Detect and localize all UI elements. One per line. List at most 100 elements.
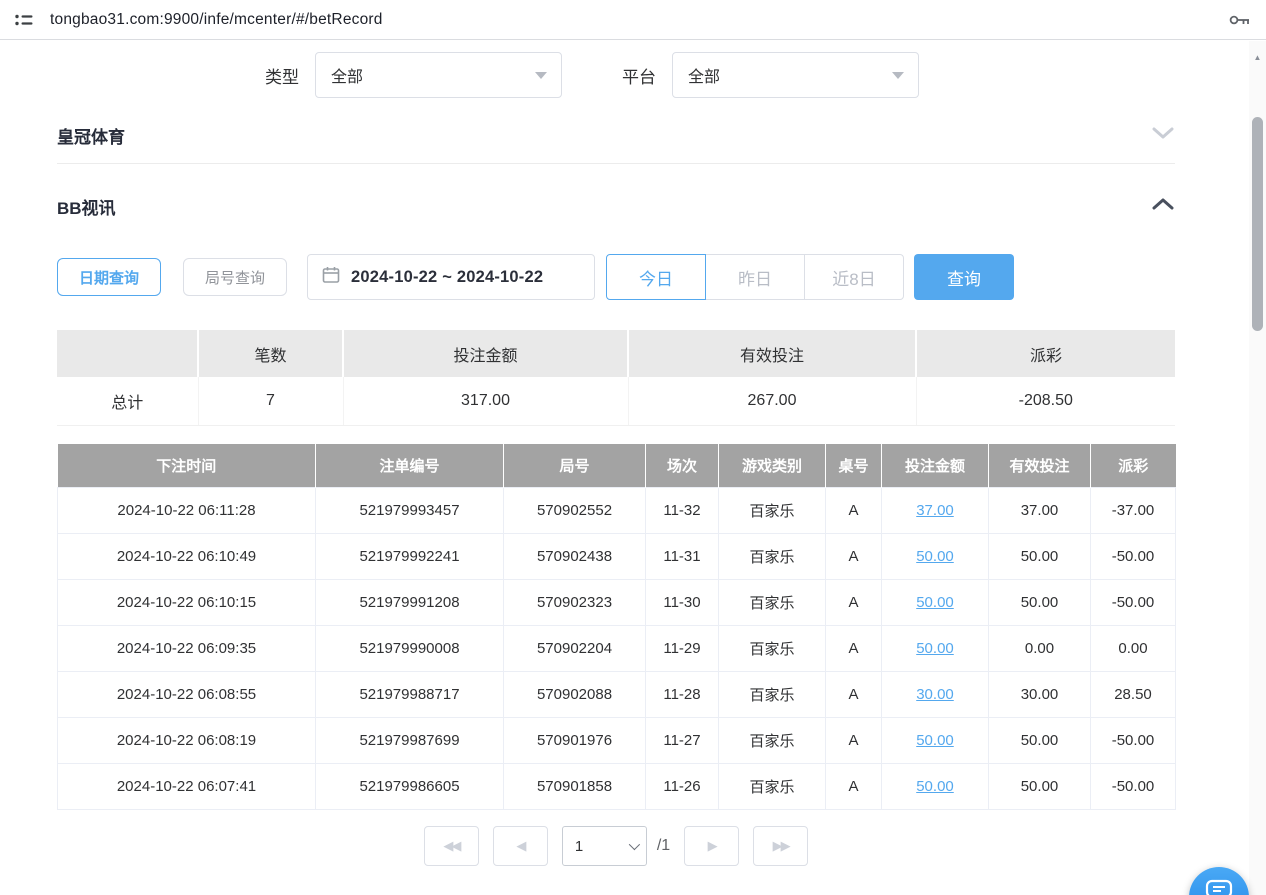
- bet-time-cell: 2024-10-22 06:10:15: [58, 580, 316, 626]
- yesterday-button[interactable]: 昨日: [705, 254, 805, 300]
- header-session: 场次: [646, 444, 719, 488]
- summary-payout: -208.50: [916, 377, 1175, 425]
- summary-count: 7: [198, 377, 343, 425]
- bet-record-page: 类型 全部 平台 全部 皇冠体育 BB视讯 日期查询 局号查询: [57, 52, 1175, 866]
- table-row: 2024-10-22 06:11:28 521979993457 5709025…: [58, 488, 1176, 534]
- session-cell: 11-31: [646, 534, 719, 580]
- bet-id-cell: 521979992241: [316, 534, 504, 580]
- table-row: 2024-10-22 06:07:41 521979986605 5709018…: [58, 764, 1176, 810]
- bet-amount-link[interactable]: 37.00: [916, 502, 954, 519]
- section-bb-video[interactable]: BB视讯: [57, 178, 1175, 234]
- section-title: BB视讯: [57, 194, 116, 219]
- key-icon[interactable]: [1228, 11, 1252, 29]
- page-select[interactable]: 1: [562, 826, 647, 866]
- payout-cell: -37.00: [1091, 488, 1176, 534]
- bet-records-table: 下注时间 注单编号 局号 场次 游戏类别 桌号 投注金额 有效投注 派彩 202…: [57, 444, 1176, 811]
- bet-amount-link[interactable]: 50.00: [916, 594, 954, 611]
- payout-cell: 28.50: [1091, 672, 1176, 718]
- type-label: 类型: [265, 63, 299, 88]
- date-range-value: 2024-10-22 ~ 2024-10-22: [351, 268, 543, 287]
- valid-bet-cell: 50.00: [989, 764, 1091, 810]
- table-no-cell: A: [826, 488, 882, 534]
- table-no-cell: A: [826, 534, 882, 580]
- customer-service-chat-icon[interactable]: [1189, 867, 1249, 895]
- filter-row: 类型 全部 平台 全部: [57, 52, 1175, 98]
- bet-id-cell: 521979986605: [316, 764, 504, 810]
- summary-header-count: 笔数: [198, 330, 343, 377]
- bet-id-cell: 521979988717: [316, 672, 504, 718]
- session-cell: 11-29: [646, 626, 719, 672]
- platform-label: 平台: [622, 63, 656, 88]
- url-text[interactable]: tongbao31.com:9900/infe/mcenter/#/betRec…: [50, 11, 1228, 29]
- search-button[interactable]: 查询: [914, 254, 1014, 300]
- scrollbar-thumb[interactable]: [1252, 117, 1263, 331]
- payout-cell: 0.00: [1091, 626, 1176, 672]
- round-id-cell: 570902088: [504, 672, 646, 718]
- header-bet-time: 下注时间: [58, 444, 316, 488]
- summary-header-row: 笔数 投注金额 有效投注 派彩: [57, 330, 1175, 377]
- last-page-button[interactable]: ▶▶: [753, 826, 808, 866]
- platform-select[interactable]: 全部: [672, 52, 919, 98]
- table-no-cell: A: [826, 764, 882, 810]
- round-id-cell: 570902552: [504, 488, 646, 534]
- header-payout: 派彩: [1091, 444, 1176, 488]
- valid-bet-cell: 37.00: [989, 488, 1091, 534]
- valid-bet-cell: 50.00: [989, 534, 1091, 580]
- summary-total-row: 总计 7 317.00 267.00 -208.50: [57, 377, 1175, 425]
- table-no-cell: A: [826, 580, 882, 626]
- valid-bet-cell: 50.00: [989, 718, 1091, 764]
- summary-table: 笔数 投注金额 有效投注 派彩 总计 7 317.00 267.00 -208.…: [57, 330, 1175, 426]
- chevron-up-icon[interactable]: [1151, 197, 1175, 216]
- round-query-button[interactable]: 局号查询: [183, 258, 287, 296]
- payout-cell: -50.00: [1091, 764, 1176, 810]
- bet-amount-link[interactable]: 30.00: [916, 686, 954, 703]
- summary-total-label: 总计: [57, 377, 198, 425]
- summary-header-payout: 派彩: [916, 330, 1175, 377]
- bet-id-cell: 521979987699: [316, 718, 504, 764]
- bet-amount-link[interactable]: 50.00: [916, 548, 954, 565]
- date-query-button[interactable]: 日期查询: [57, 258, 161, 296]
- valid-bet-cell: 0.00: [989, 626, 1091, 672]
- session-cell: 11-26: [646, 764, 719, 810]
- scroll-up-arrow[interactable]: ▲: [1249, 49, 1266, 65]
- session-cell: 11-30: [646, 580, 719, 626]
- bet-time-cell: 2024-10-22 06:08:19: [58, 718, 316, 764]
- bet-amount-link[interactable]: 50.00: [916, 640, 954, 657]
- table-row: 2024-10-22 06:09:35 521979990008 5709022…: [58, 626, 1176, 672]
- game-type-cell: 百家乐: [719, 488, 826, 534]
- bet-amount-link[interactable]: 50.00: [916, 778, 954, 795]
- bet-amount-link[interactable]: 50.00: [916, 732, 954, 749]
- round-id-cell: 570901976: [504, 718, 646, 764]
- summary-header-blank: [57, 330, 198, 377]
- header-round-id: 局号: [504, 444, 646, 488]
- today-button[interactable]: 今日: [606, 254, 706, 300]
- chevron-down-icon[interactable]: [1151, 126, 1175, 145]
- header-bet-id: 注单编号: [316, 444, 504, 488]
- section-crown-sports[interactable]: 皇冠体育: [57, 108, 1175, 164]
- game-type-cell: 百家乐: [719, 580, 826, 626]
- session-cell: 11-27: [646, 718, 719, 764]
- recent8-button[interactable]: 近8日: [804, 254, 904, 300]
- prev-page-button[interactable]: ◀: [493, 826, 548, 866]
- round-id-cell: 570902438: [504, 534, 646, 580]
- list-icon[interactable]: [14, 11, 34, 29]
- payout-cell: -50.00: [1091, 718, 1176, 764]
- type-select[interactable]: 全部: [315, 52, 562, 98]
- next-page-button[interactable]: ▶: [684, 826, 739, 866]
- calendar-icon: [322, 266, 340, 289]
- scrollbar-track[interactable]: ▲: [1249, 41, 1266, 895]
- header-valid-bet: 有效投注: [989, 444, 1091, 488]
- type-select-value: 全部: [331, 63, 363, 87]
- quick-date-group: 今日 昨日 近8日: [606, 254, 904, 300]
- table-row: 2024-10-22 06:08:19 521979987699 5709019…: [58, 718, 1176, 764]
- section-title: 皇冠体育: [57, 123, 125, 148]
- date-range-input[interactable]: 2024-10-22 ~ 2024-10-22: [307, 254, 595, 300]
- summary-header-bet: 投注金额: [343, 330, 628, 377]
- payout-cell: -50.00: [1091, 534, 1176, 580]
- first-page-button[interactable]: ◀◀: [424, 826, 479, 866]
- header-game-type: 游戏类别: [719, 444, 826, 488]
- round-id-cell: 570902323: [504, 580, 646, 626]
- header-table-no: 桌号: [826, 444, 882, 488]
- bet-id-cell: 521979991208: [316, 580, 504, 626]
- valid-bet-cell: 50.00: [989, 580, 1091, 626]
